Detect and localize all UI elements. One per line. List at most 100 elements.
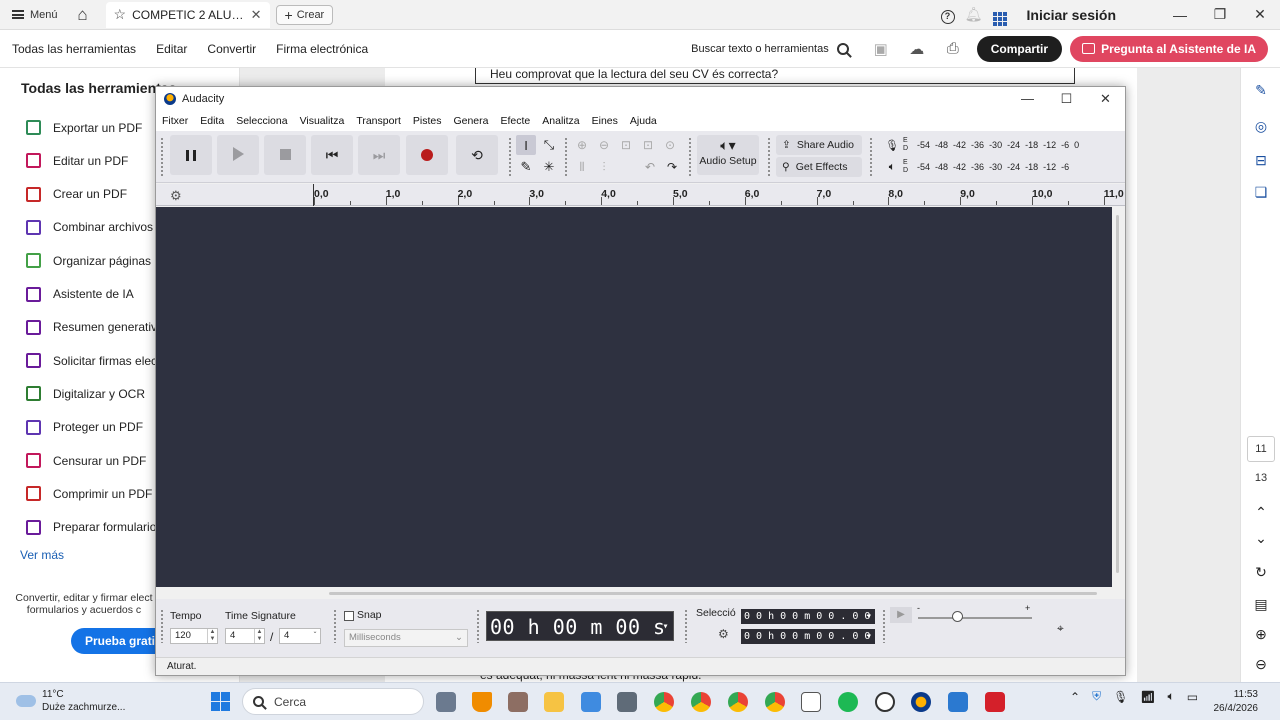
taskbar-search[interactable]: Cerca [242,688,424,715]
zoom-in-icon[interactable]: ⊕ [572,135,592,155]
selection-settings-gear-icon[interactable]: ⚙ [718,627,729,641]
tool-edit[interactable]: Editar [146,30,197,68]
play-at-speed-button[interactable]: ▶ [890,607,912,623]
menu-generate[interactable]: Genera [447,115,494,127]
cloud-upload-icon[interactable]: ☁ [899,40,935,58]
bookmark-icon[interactable]: ⊟ [1253,152,1269,169]
skip-to-start-button[interactable]: ⏮ [311,135,353,175]
horizontal-scroll-thumb[interactable] [329,592,1097,595]
time-signature-denominator[interactable]: 4 ⌄ [279,628,321,644]
tool-item[interactable]: Editar un PDF [26,153,128,169]
toolbar-grip[interactable] [160,609,164,643]
playback-speed-slider[interactable] [918,617,1032,619]
selection-tool[interactable]: I [516,135,536,155]
fit-project-icon[interactable]: ⊡ [638,135,658,155]
tray-overflow-chevron-icon[interactable]: ⌃ [1070,690,1080,704]
close-window-icon[interactable]: ✕ [1240,6,1280,23]
undo-icon[interactable]: ↶ [640,157,660,177]
home-icon[interactable]: ⌂ [74,5,92,25]
help-icon[interactable]: ? [937,6,959,24]
tool-item[interactable]: Comprimir un PDF [26,486,152,502]
draw-tool[interactable]: ✎ [516,157,536,177]
zoom-toggle-icon[interactable]: ⊙ [660,135,680,155]
timeline-ruler[interactable]: ⚙ 0,0 1,0 2,0 3,0 4,0 5,0 6,0 7,0 8,0 9,0 10,0 11,0 [156,184,1125,206]
file-explorer-icon[interactable] [544,692,564,712]
menu-button[interactable]: Menú [0,9,58,21]
minimize-icon[interactable]: — [1160,7,1200,23]
document-tab[interactable]: ☆ COMPETIC 2 ALUMN... ✕ [105,1,270,28]
playback-meter[interactable]: 🔈︎ ED -54 -48 -42 -36 -30 -24 -18 -12 -6 [885,157,1125,177]
menu-analyze[interactable]: Analitza [536,115,585,127]
toolbar-grip[interactable] [882,609,886,643]
vertical-scrollbar[interactable] [1112,207,1125,587]
toolbar-grip[interactable] [564,137,568,177]
timeline-settings-gear-icon[interactable]: ⚙ [170,188,182,204]
loop-button[interactable]: ⟲ [456,135,498,175]
tool-item[interactable]: Digitalizar y OCR [26,386,145,402]
minimize-icon[interactable]: — [1008,91,1047,107]
tool-item[interactable]: Proteger un PDF [26,419,143,435]
tool-item[interactable]: Asistente de IA [26,286,134,302]
vertical-scroll-thumb[interactable] [1116,215,1119,573]
chrome-profile-3-icon[interactable] [728,692,748,712]
defender-icon[interactable]: ⛨ [1092,689,1101,704]
library-icon[interactable] [508,692,528,712]
word-like-icon[interactable] [948,692,968,712]
stop-button[interactable] [264,135,306,175]
horizontal-scrollbar[interactable] [156,587,1125,599]
chrome-profile-2-icon[interactable] [691,692,711,712]
tempo-input[interactable]: 120 ▲ ▼ [170,628,218,644]
dev-tool-icon[interactable] [617,692,637,712]
tool-item[interactable]: Exportar un PDF [26,120,142,135]
battery-icon[interactable]: ▭ [1187,690,1198,704]
zoom-out-icon[interactable]: ⊖ [1253,656,1269,673]
search-tools-button[interactable]: Buscar texto o herramientas [691,42,849,55]
acrobat-taskbar-icon[interactable] [985,692,1005,712]
chevron-up-icon[interactable]: ⌃ [1253,504,1269,521]
volume-icon[interactable]: 🔈︎ [1168,689,1175,704]
document-app-icon[interactable] [801,692,821,712]
time-signature-numerator[interactable]: 4 ▲ ▼ [225,628,265,644]
toolbar-grip[interactable] [333,609,337,643]
comment-ai-icon[interactable]: ✎ [1253,82,1269,99]
notifications-bell-icon[interactable]: 🔔︎ [963,6,985,23]
tool-item[interactable]: Resumen generativo [26,319,164,335]
menu-edit[interactable]: Edita [194,115,230,127]
menu-transport[interactable]: Transport [350,115,407,127]
maximize-icon[interactable]: ☐ [1047,91,1086,107]
microsoft-store-icon[interactable] [581,692,601,712]
chrome-profile-4-icon[interactable] [765,692,785,712]
tool-convert[interactable]: Convertir [197,30,266,68]
clock[interactable]: 11:53 26/4/2026 [1214,688,1259,716]
microphone-icon[interactable]: 🎙︎ [1113,690,1128,704]
tool-item[interactable]: Combinar archivos [26,219,153,235]
toolbar-grip[interactable] [767,137,771,177]
apps-grid-icon[interactable] [989,3,1011,26]
zoom-in-icon[interactable]: ⊕ [1253,626,1269,643]
audacity-taskbar-icon[interactable] [911,692,931,712]
menu-view[interactable]: Visualitza [294,115,351,127]
toolbar-grip[interactable] [869,137,873,177]
print-icon[interactable]: ⎙ [935,40,971,57]
obs-icon[interactable] [875,692,895,712]
tool-esign[interactable]: Firma electrónica [266,30,378,68]
audio-setup-button[interactable]: 🔈︎▾ Audio Setup [697,135,759,175]
page-info-icon[interactable]: ▤ [1253,596,1269,613]
tool-item[interactable]: Organizar páginas [26,253,151,269]
envelope-tool[interactable]: ⤡ [539,135,559,155]
trim-icon[interactable]: ⫴ [572,157,592,177]
fit-selection-icon[interactable]: ⊡ [616,135,636,155]
pause-button[interactable] [170,135,212,175]
star-icon[interactable]: ☆ [114,6,127,23]
playback-speed-thumb[interactable] [952,611,963,622]
ai-assistant-button[interactable]: Pregunta al Asistente de IA [1070,35,1268,62]
windows-start-icon[interactable] [211,692,230,711]
task-view-icon[interactable] [436,692,456,712]
tool-item[interactable]: Solicitar firmas electr [26,353,164,369]
time-display[interactable]: 00 h 00 m 00 s ▾ [486,611,674,641]
refresh-icon[interactable]: ↻ [1253,564,1269,581]
current-page-number[interactable]: 11 [1247,436,1275,462]
close-icon[interactable]: ✕ [1086,91,1125,107]
get-effects-button[interactable]: ⚲ Get Effects [776,157,862,177]
copy-pages-icon[interactable]: ❏ [1253,184,1269,201]
